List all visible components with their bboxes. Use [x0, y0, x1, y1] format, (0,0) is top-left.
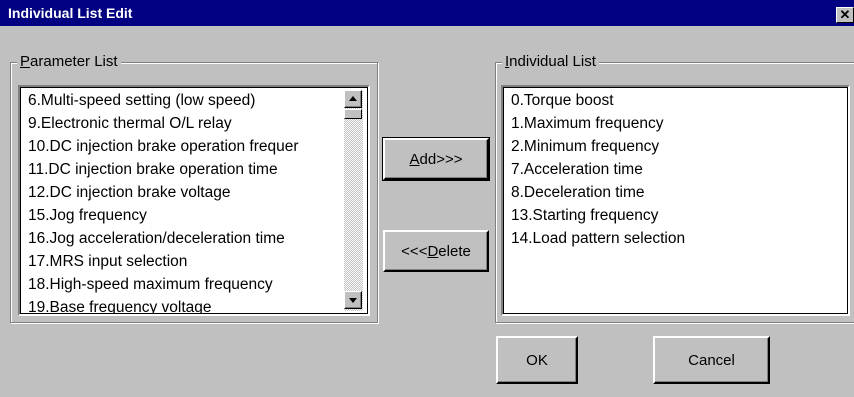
parameter-listbox[interactable]: 6.Multi-speed setting (low speed) 9.Elec…: [18, 85, 370, 316]
list-item[interactable]: 11.DC injection brake operation time: [28, 159, 278, 181]
scroll-up-button[interactable]: [344, 90, 362, 108]
delete-button[interactable]: <<<Delete: [383, 230, 489, 272]
list-item[interactable]: 6.Multi-speed setting (low speed): [28, 90, 255, 112]
ok-button-label: OK: [526, 351, 548, 369]
list-item[interactable]: 8.Deceleration time: [511, 182, 645, 204]
individual-listbox[interactable]: 0.Torque boost 1.Maximum frequency 2.Min…: [501, 85, 850, 316]
scroll-thumb[interactable]: [344, 109, 362, 119]
list-item[interactable]: 16.Jog acceleration/deceleration time: [28, 228, 285, 250]
window-title: Individual List Edit: [8, 5, 133, 21]
parameter-list-scrollbar[interactable]: [344, 90, 363, 311]
scroll-down-button[interactable]: [344, 291, 362, 309]
list-item[interactable]: 15.Jog frequency: [28, 205, 147, 227]
close-icon: ✕: [839, 7, 851, 22]
list-item[interactable]: 10.DC injection brake operation frequer: [28, 136, 299, 158]
parameter-list-legend: Parameter List: [17, 53, 121, 71]
list-item[interactable]: 0.Torque boost: [511, 90, 614, 112]
list-item[interactable]: 17.MRS input selection: [28, 251, 187, 273]
close-button[interactable]: ✕: [836, 7, 854, 23]
list-item[interactable]: 14.Load pattern selection: [511, 228, 685, 250]
list-item[interactable]: 7.Acceleration time: [511, 159, 643, 181]
add-button-label: Add>>>: [409, 150, 463, 168]
individual-list-legend: Individual List: [502, 53, 599, 71]
delete-button-label: <<<Delete: [401, 242, 471, 260]
list-item[interactable]: 2.Minimum frequency: [511, 136, 659, 158]
list-item[interactable]: 19.Base frequency voltage: [28, 297, 212, 314]
list-item[interactable]: 12.DC injection brake voltage: [28, 182, 230, 204]
cancel-button-label: Cancel: [688, 351, 735, 369]
title-bar: Individual List Edit ✕: [0, 0, 854, 26]
add-button[interactable]: Add>>>: [382, 137, 490, 181]
triangle-down-icon: [349, 298, 357, 303]
cancel-button[interactable]: Cancel: [653, 336, 770, 384]
list-item[interactable]: 9.Electronic thermal O/L relay: [28, 113, 232, 135]
list-item[interactable]: 1.Maximum frequency: [511, 113, 663, 135]
list-item[interactable]: 18.High-speed maximum frequency: [28, 274, 273, 296]
list-item[interactable]: 13.Starting frequency: [511, 205, 658, 227]
triangle-up-icon: [349, 96, 357, 101]
ok-button[interactable]: OK: [496, 336, 578, 384]
